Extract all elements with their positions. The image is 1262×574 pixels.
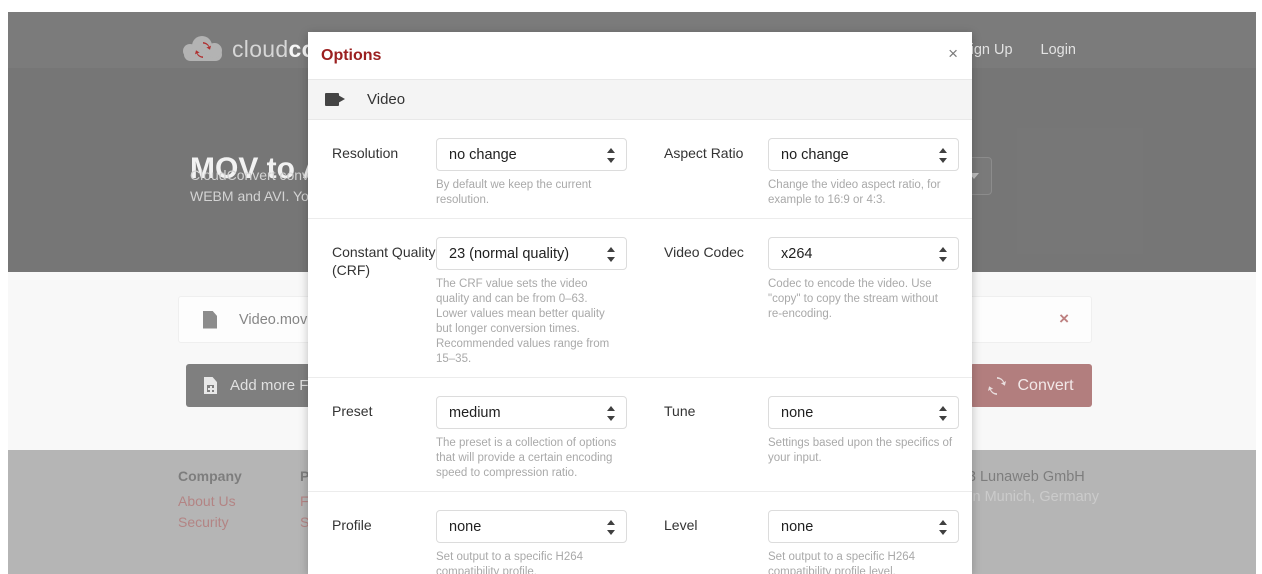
options-modal: Options × Video Resolution no change By …	[308, 32, 972, 574]
option-label: Aspect Ratio	[664, 138, 768, 208]
option-label: Level	[664, 510, 768, 574]
option-level: Level none Set output to a specific H264…	[640, 510, 972, 574]
select-value: no change	[781, 147, 849, 163]
stepper-arrows-icon	[939, 148, 947, 163]
option-label: Constant Quality (CRF)	[332, 237, 436, 367]
refresh-arrows-icon	[195, 42, 211, 58]
option-row-preset-tune: Preset medium The preset is a collection…	[308, 378, 972, 492]
profile-select[interactable]: none	[436, 510, 627, 543]
option-row-crf-codec: Constant Quality (CRF) 23 (normal qualit…	[308, 219, 972, 378]
option-label: Preset	[332, 396, 436, 481]
option-help: Settings based upon the specifics of you…	[768, 436, 954, 466]
option-profile: Profile none Set output to a specific H2…	[308, 510, 640, 574]
stepper-arrows-icon	[939, 247, 947, 262]
option-help: Set output to a specific H264 compatibil…	[768, 550, 954, 574]
option-crf: Constant Quality (CRF) 23 (normal qualit…	[308, 237, 640, 367]
option-tune: Tune none Settings based upon the specif…	[640, 396, 972, 481]
select-value: 23 (normal quality)	[449, 246, 569, 262]
option-help: The CRF value sets the video quality and…	[436, 277, 622, 367]
options-rows: Resolution no change By default we keep …	[308, 120, 972, 574]
crf-select[interactable]: 23 (normal quality)	[436, 237, 627, 270]
stepper-arrows-icon	[939, 520, 947, 535]
aspect-ratio-select[interactable]: no change	[768, 138, 959, 171]
option-help: Codec to encode the video. Use "copy" to…	[768, 277, 954, 322]
modal-header: Options ×	[308, 32, 972, 80]
select-value: none	[781, 519, 813, 535]
option-aspect-ratio: Aspect Ratio no change Change the video …	[640, 138, 972, 208]
option-row-resolution-aspect: Resolution no change By default we keep …	[308, 120, 972, 219]
video-camera-icon	[325, 93, 345, 106]
stepper-arrows-icon	[939, 406, 947, 421]
stepper-arrows-icon	[607, 406, 615, 421]
option-preset: Preset medium The preset is a collection…	[308, 396, 640, 481]
select-value: x264	[781, 246, 812, 262]
option-help: By default we keep the current resolutio…	[436, 178, 622, 208]
video-section-header: Video	[308, 80, 972, 120]
stepper-arrows-icon	[607, 520, 615, 535]
option-label: Video Codec	[664, 237, 768, 367]
option-help: The preset is a collection of options th…	[436, 436, 622, 481]
select-value: no change	[449, 147, 517, 163]
option-resolution: Resolution no change By default we keep …	[308, 138, 640, 208]
option-label: Resolution	[332, 138, 436, 208]
option-label: Tune	[664, 396, 768, 481]
resolution-select[interactable]: no change	[436, 138, 627, 171]
option-video-codec: Video Codec x264 Codec to encode the vid…	[640, 237, 972, 367]
option-help: Set output to a specific H264 compatibil…	[436, 550, 622, 574]
video-section-title: Video	[367, 91, 405, 108]
select-value: none	[781, 405, 813, 421]
tune-select[interactable]: none	[768, 396, 959, 429]
stepper-arrows-icon	[607, 247, 615, 262]
level-select[interactable]: none	[768, 510, 959, 543]
option-label: Profile	[332, 510, 436, 574]
preset-select[interactable]: medium	[436, 396, 627, 429]
option-help: Change the video aspect ratio, for examp…	[768, 178, 954, 208]
option-row-profile-level: Profile none Set output to a specific H2…	[308, 492, 972, 574]
select-value: none	[449, 519, 481, 535]
modal-title: Options	[321, 47, 381, 65]
stepper-arrows-icon	[607, 148, 615, 163]
video-codec-select[interactable]: x264	[768, 237, 959, 270]
select-value: medium	[449, 405, 501, 421]
close-icon[interactable]: ×	[948, 45, 958, 62]
